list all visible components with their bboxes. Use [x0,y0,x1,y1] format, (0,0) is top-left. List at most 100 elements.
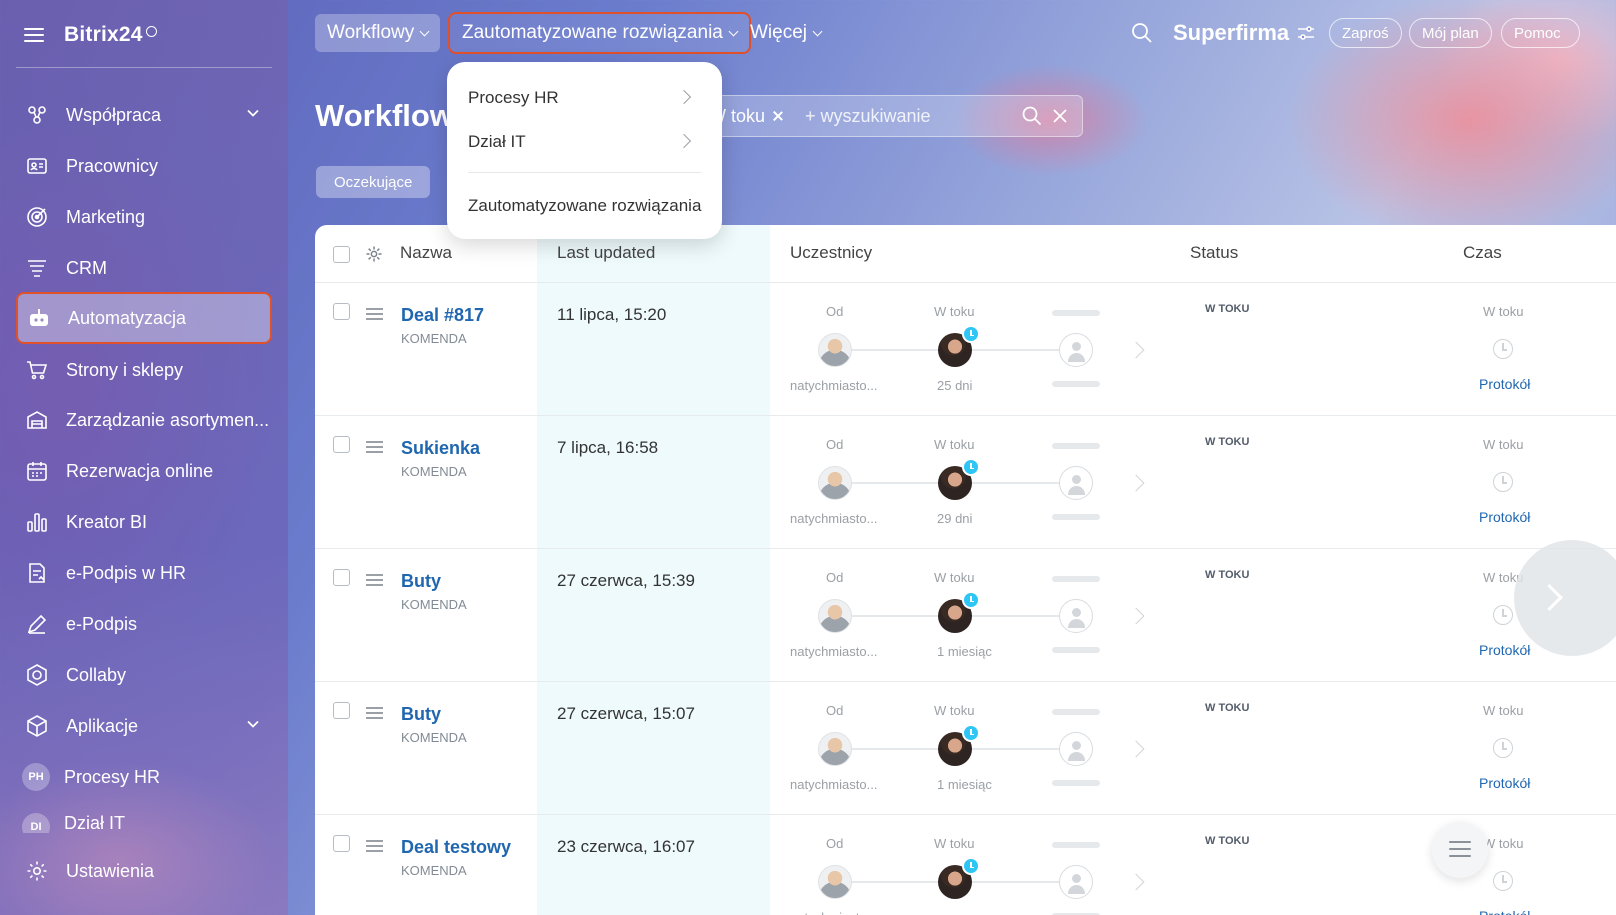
sidebar-item-epodpis-hr[interactable]: e-Podpis w HR [16,550,272,596]
chevron-right-icon[interactable] [1127,740,1145,758]
logo[interactable]: Bitrix24 [64,23,157,47]
search-icon[interactable] [1022,106,1042,126]
protocol-link[interactable]: Protokół [1479,775,1530,791]
row-checkbox[interactable] [333,835,350,852]
sidebar-item-epodpis[interactable]: e-Podpis [16,601,272,647]
in-progress-label: W toku [934,703,975,718]
protocol-link[interactable]: Protokół [1479,509,1530,525]
automated-solutions-menu-button[interactable]: Zautomatyzowane rozwiązania [448,12,751,54]
avatar[interactable] [818,865,852,899]
search-filter-box[interactable]: W toku + wyszukiwanie [700,95,1083,137]
settings-sliders-icon [1298,26,1315,40]
clock-icon [1493,871,1513,891]
employees-icon [24,153,50,179]
sidebar-item-collaby[interactable]: Collaby [16,652,272,698]
drag-handle-icon[interactable] [366,308,383,320]
drag-handle-icon[interactable] [366,441,383,453]
chevron-right-icon[interactable] [1127,607,1145,625]
protocol-link[interactable]: Protokół [1479,908,1530,915]
crm-icon [24,255,50,281]
chevron-right-icon [676,133,692,149]
empty-avatar-icon [1059,599,1093,633]
sidebar-item-procesy-hr[interactable]: PH Procesy HR [16,754,272,800]
sidebar-item-label: Rezerwacja online [66,460,214,481]
sidebar-item-dzial-it[interactable]: DI Dział IT [16,805,272,833]
avatar[interactable] [818,599,852,633]
clock-icon [962,591,980,609]
workflow-name-link[interactable]: Deal #817 [401,305,484,326]
list-menu-button[interactable] [1432,822,1488,878]
invite-button[interactable]: Zaproś [1329,18,1402,48]
help-button[interactable]: Pomoc [1501,18,1580,48]
sidebar-item-aplikacje[interactable]: Aplikacje [16,703,272,749]
chevron-right-icon[interactable] [1127,873,1145,891]
protocol-link[interactable]: Protokół [1479,642,1530,658]
column-header-updated[interactable]: Last updated [557,243,655,263]
workflow-name-link[interactable]: Buty [401,704,441,725]
more-menu-button[interactable]: Więcej [738,14,833,52]
placeholder-bar [1052,443,1100,449]
table-row[interactable]: Buty KOMENDA 27 czerwca, 15:07 Od W toku… [315,682,1616,815]
tab-waiting[interactable]: Oczekujące [316,166,431,198]
table-row[interactable]: Deal #817 KOMENDA 11 lipca, 15:20 Od W t… [315,283,1616,416]
my-plan-button[interactable]: Mój plan [1409,18,1492,48]
dropdown-item-procesy-hr[interactable]: Procesy HR [468,88,559,108]
row-checkbox[interactable] [333,702,350,719]
chevron-down-icon[interactable] [246,717,260,731]
workflow-name-link[interactable]: Buty [401,571,441,592]
protocol-link[interactable]: Protokół [1479,376,1530,392]
chevron-down-icon[interactable] [246,106,260,120]
sidebar-item-asortyment[interactable]: Zarządzanie asortymen... [16,397,272,443]
avatar[interactable] [818,466,852,500]
workflow-name-link[interactable]: Deal testowy [401,837,511,858]
dropdown-item-automated-solutions[interactable]: Zautomatyzowane rozwiązania [468,196,701,216]
row-checkbox[interactable] [333,303,350,320]
time-label: W toku [1483,703,1524,718]
chevron-right-icon[interactable] [1127,341,1145,359]
workflow-name-link[interactable]: Sukienka [401,438,480,459]
sidebar-item-automatyzacja[interactable]: Automatyzacja [16,292,272,344]
workflow-team: KOMENDA [401,863,467,878]
dropdown-item-dzial-it[interactable]: Dział IT [468,132,526,152]
avatar[interactable] [818,333,852,367]
column-header-participants[interactable]: Uczestnicy [790,243,872,263]
in-progress-label: W toku [934,836,975,851]
list-icon-line [1449,855,1471,857]
sidebar-item-label: Collaby [66,664,127,685]
gear-icon[interactable] [365,245,383,263]
table-row[interactable]: Buty KOMENDA 27 czerwca, 15:39 Od W toku… [315,549,1616,682]
chevron-right-icon[interactable] [1127,474,1145,492]
drag-handle-icon[interactable] [366,574,383,586]
status-badge: W TOKU [1205,436,1250,448]
search-icon[interactable] [1131,22,1153,44]
sidebar-item-pracownicy[interactable]: Pracownicy [16,143,272,189]
menu-icon[interactable] [24,27,46,43]
sidebar-item-strony[interactable]: Strony i sklepy [16,347,272,393]
sidebar-item-label: Kreator BI [66,511,148,532]
column-header-time[interactable]: Czas [1463,243,1502,263]
sidebar-item-wspolpraca[interactable]: Współpraca [16,92,272,138]
row-checkbox[interactable] [333,436,350,453]
row-checkbox[interactable] [333,569,350,586]
select-all-checkbox[interactable] [333,246,350,263]
duration: 29 dni [937,511,973,526]
menu-label: Więcej [750,22,808,43]
clear-icon[interactable] [1052,108,1068,124]
sidebar-item-kreator-bi[interactable]: Kreator BI [16,499,272,545]
table-row[interactable]: Deal testowy KOMENDA 23 czerwca, 16:07 O… [315,815,1616,915]
table-row[interactable]: Sukienka KOMENDA 7 lipca, 16:58 Od W tok… [315,416,1616,549]
sidebar-item-ustawienia[interactable]: Ustawienia [16,848,272,894]
company-name[interactable]: Superfirma [1173,20,1315,46]
from-value: natychmiasto... [790,777,878,792]
sidebar-item-marketing[interactable]: Marketing [16,194,272,240]
drag-handle-icon[interactable] [366,707,383,719]
avatar[interactable] [818,732,852,766]
sidebar-item-rezerwacja[interactable]: Rezerwacja online [16,448,272,494]
search-input[interactable]: + wyszukiwanie [805,106,931,127]
sidebar-item-crm[interactable]: CRM [16,245,272,291]
remove-filter-icon[interactable] [773,111,783,121]
workflowy-menu-button[interactable]: Workflowy [315,14,441,52]
drag-handle-icon[interactable] [366,840,383,852]
column-header-status[interactable]: Status [1190,243,1238,263]
column-header-name[interactable]: Nazwa [400,243,452,263]
